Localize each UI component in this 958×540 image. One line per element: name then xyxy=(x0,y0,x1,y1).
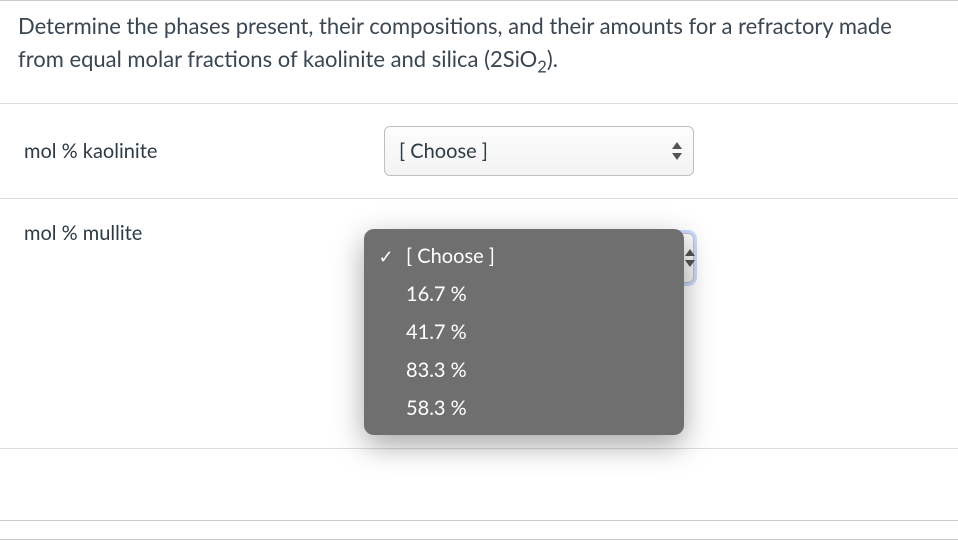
select-wrap-kaolinite: [ Choose ] xyxy=(384,126,694,176)
dropdown-option-0[interactable]: 16.7 % xyxy=(364,275,684,313)
match-label-kaolinite: mol % kaolinite xyxy=(24,139,384,163)
dropdown-option-3-label: 58.3 % xyxy=(402,396,467,420)
match-row-kaolinite: mol % kaolinite [ Choose ] xyxy=(0,104,958,199)
stepper-icon xyxy=(671,142,683,160)
match-label-mullite: mol % mullite xyxy=(24,221,384,245)
divider-line xyxy=(0,448,958,449)
question-text: Determine the phases present, their comp… xyxy=(0,1,958,103)
dropdown-option-3[interactable]: 58.3 % xyxy=(364,389,684,427)
dropdown-option-1[interactable]: 41.7 % xyxy=(364,313,684,351)
dropdown-option-2[interactable]: 83.3 % xyxy=(364,351,684,389)
checkmark-icon: ✓ xyxy=(376,245,396,268)
question-subscript: 2 xyxy=(537,56,547,76)
matching-area: mol % kaolinite [ Choose ] mol % mullite… xyxy=(0,103,958,267)
dropdown-option-placeholder-label: [ Choose ] xyxy=(402,244,495,268)
dropdown-option-placeholder[interactable]: ✓ [ Choose ] xyxy=(364,237,684,275)
divider-line xyxy=(0,520,958,521)
dropdown-menu-mullite[interactable]: ✓ [ Choose ] 16.7 % 41.7 % 83.3 % xyxy=(364,229,684,435)
match-row-mullite: mol % mullite [ Choose ] ✓ [ Choose ] xyxy=(0,199,958,267)
select-kaolinite-value: [ Choose ] xyxy=(399,139,488,163)
dropdown-option-1-label: 41.7 % xyxy=(402,320,467,344)
question-text-pre: Determine the phases present, their comp… xyxy=(18,12,892,72)
dropdown-option-2-label: 83.3 % xyxy=(402,358,467,382)
select-kaolinite[interactable]: [ Choose ] xyxy=(384,126,694,176)
dropdown-option-0-label: 16.7 % xyxy=(402,282,467,306)
question-container: Determine the phases present, their comp… xyxy=(0,0,958,267)
question-text-post: ). xyxy=(547,45,558,72)
